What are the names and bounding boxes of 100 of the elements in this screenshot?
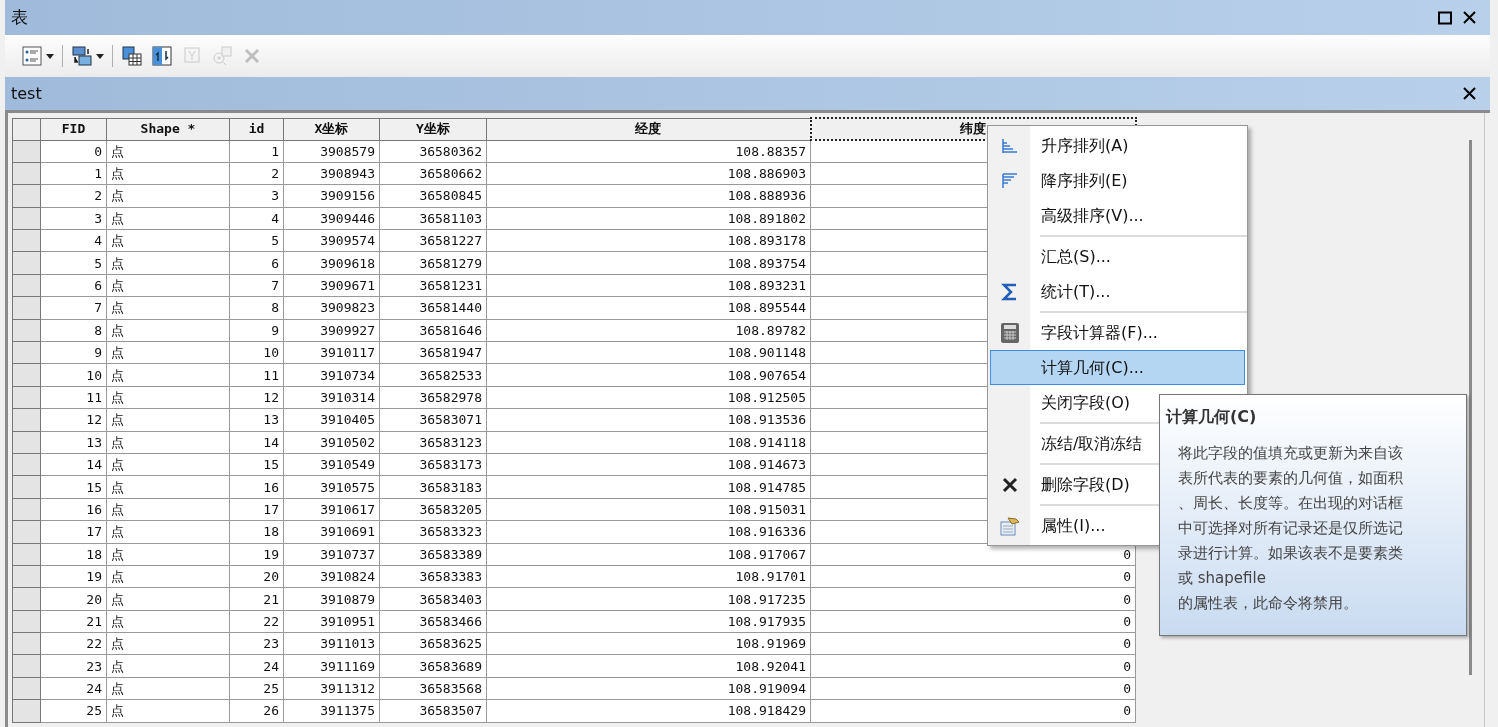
table-cell: 108.917935 [486, 610, 811, 633]
table-cell: 点 [106, 386, 230, 409]
table-cell: 108.917235 [486, 587, 811, 611]
table-cell: 108.91969 [486, 632, 811, 655]
properties-icon [999, 514, 1021, 537]
row-selector[interactable] [12, 699, 41, 723]
table-cell: 点 [106, 453, 230, 476]
menu-item[interactable]: 计算几何(C)... [990, 350, 1245, 385]
table-cell: 108.893178 [486, 229, 811, 252]
table-cell: 0 [810, 677, 1136, 700]
column-header[interactable]: FID [40, 118, 107, 140]
calculator-icon [1000, 321, 1020, 344]
table-cell: 点 [106, 632, 230, 655]
tooltip-description: 将此字段的值填充或更新为来自该 表所代表的要素的几何值，如面积 、周长、长度等。在出现的对话框 中可选择对所有记录还是仅所选记 录进行计算。如果该表不是要素类 或 shapefile 的属性表，此命令将禁用。 [1177, 443, 1404, 614]
table-cell: 点 [106, 319, 230, 342]
menu-item[interactable]: 降序排列(E) [990, 163, 1245, 198]
caret-icon [96, 53, 104, 59]
row-selector[interactable] [12, 140, 41, 163]
row-selector[interactable] [12, 184, 41, 208]
table-cell: 点 [106, 610, 230, 633]
table-cell: 108.88357 [486, 140, 811, 163]
table-cell: 108.895544 [486, 296, 811, 320]
table-cell: 108.913536 [486, 408, 811, 432]
row-selector[interactable] [12, 319, 41, 342]
table-cell: 108.917067 [486, 543, 811, 566]
table-cell: 108.914673 [486, 453, 811, 476]
menu-item[interactable]: 统计(T)... [990, 274, 1245, 309]
maximize-icon [1438, 10, 1452, 25]
window-title: 表 [11, 5, 29, 29]
row-selector[interactable] [12, 431, 41, 454]
row-selector[interactable] [12, 565, 41, 588]
caret-icon [46, 53, 54, 59]
row-selector[interactable] [12, 498, 41, 521]
table-cell: 点 [106, 162, 230, 185]
table-cell: 108.92041 [486, 655, 811, 678]
row-selector[interactable] [12, 587, 41, 611]
list-icon [21, 45, 43, 67]
row-selector[interactable] [12, 475, 41, 499]
menu-item[interactable]: 汇总(S)... [990, 239, 1245, 274]
table-cell: 点 [106, 565, 230, 588]
table-cell: 点 [106, 140, 230, 163]
zoom-icon [211, 45, 233, 67]
row-selector[interactable] [12, 520, 41, 544]
table-cell: 108.893754 [486, 251, 811, 275]
column-header[interactable]: Y坐标 [379, 118, 487, 140]
table-cell: 0 [810, 699, 1136, 723]
row-selector[interactable] [12, 251, 41, 275]
column-header[interactable]: id [229, 118, 284, 140]
table-cell: 108.886903 [486, 162, 811, 185]
row-selector[interactable] [12, 610, 41, 633]
row-selector[interactable] [12, 363, 41, 387]
table-title: test [11, 82, 43, 105]
row-selector[interactable] [12, 453, 41, 476]
table-cell: 0 [810, 587, 1136, 611]
row-selector[interactable] [12, 207, 41, 230]
table-cell: 点 [106, 341, 230, 364]
table-cell: 108.891802 [486, 207, 811, 230]
row-selector[interactable] [12, 408, 41, 432]
close-icon [1462, 87, 1476, 100]
table-cell: 108.918429 [486, 699, 811, 723]
row-selector[interactable] [12, 341, 41, 364]
row-selector[interactable] [12, 162, 41, 185]
table-cell: 108.89782 [486, 319, 811, 342]
table-cell: 0 [810, 565, 1136, 588]
table-cell: 108.907654 [486, 363, 811, 387]
table-cell: 108.893231 [486, 274, 811, 297]
table-cell: 点 [106, 274, 230, 297]
column-header[interactable]: Shape * [106, 118, 230, 140]
table-cell: 108.888936 [486, 184, 811, 208]
table-cell: 108.914785 [486, 475, 811, 499]
switch-selection-icon [151, 45, 173, 67]
row-selector[interactable] [12, 274, 41, 297]
row-selector[interactable] [12, 677, 41, 700]
sort-ascending-icon [1001, 136, 1019, 155]
row-selector[interactable] [12, 386, 41, 409]
row-selector[interactable] [12, 543, 41, 566]
table-cell: 点 [106, 677, 230, 700]
table-cell: 点 [106, 229, 230, 252]
table-cell: 108.91701 [486, 565, 811, 588]
column-header[interactable]: 经度 [486, 118, 811, 140]
scrollbar[interactable] [1469, 140, 1472, 675]
column-header[interactable]: X坐标 [283, 118, 380, 140]
table-cell: 点 [106, 207, 230, 230]
table-cell: 点 [106, 498, 230, 521]
row-selector[interactable] [12, 655, 41, 678]
row-selector[interactable] [12, 296, 41, 320]
menu-item[interactable]: 高级排序(V)... [990, 198, 1245, 233]
table-cell: 点 [106, 543, 230, 566]
table-cell: 108.901148 [486, 341, 811, 364]
menu-item[interactable]: 字段计算器(F)... [990, 315, 1245, 350]
table-cell: 0 [810, 610, 1136, 633]
table-cell: 点 [106, 431, 230, 454]
table-cell: 108.916336 [486, 520, 811, 544]
sort-descending-icon [1001, 171, 1019, 190]
sigma-icon [1001, 281, 1019, 302]
select-table-icon [121, 45, 143, 67]
row-selector[interactable] [12, 229, 41, 252]
table-cell: 108.914118 [486, 431, 811, 454]
close-icon [1002, 476, 1018, 493]
row-selector[interactable] [12, 632, 41, 655]
